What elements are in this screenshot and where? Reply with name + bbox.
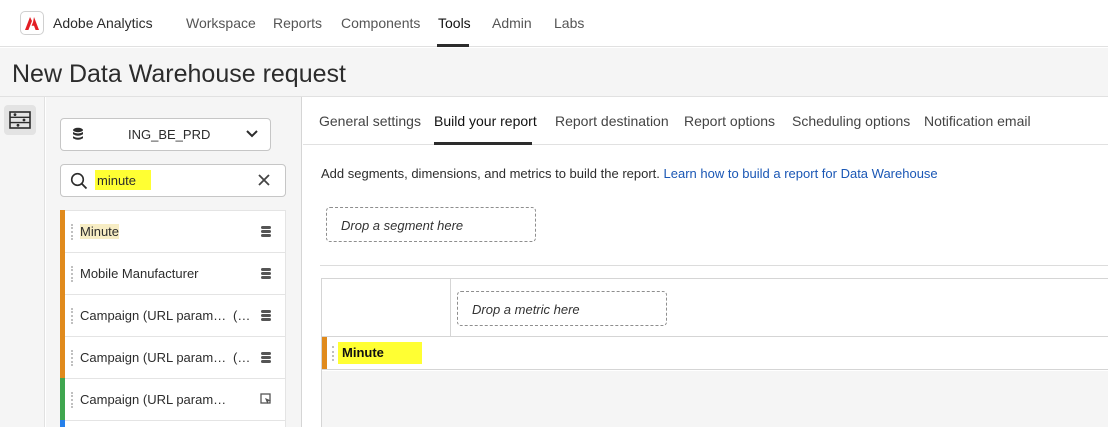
divider xyxy=(320,265,1108,266)
list-item-label: Minute xyxy=(80,224,120,239)
dimension-color-bar xyxy=(60,252,65,294)
dimension-color-bar xyxy=(60,210,65,252)
segment-color-bar xyxy=(60,378,65,420)
metric-header-row: Drop a metric here xyxy=(451,279,1108,337)
grid-corner-cell xyxy=(322,279,451,337)
search-icon xyxy=(70,172,88,190)
nav-workspace[interactable]: Workspace xyxy=(186,15,256,31)
tab-general-settings[interactable]: General settings xyxy=(319,113,421,129)
tab-report-destination[interactable]: Report destination xyxy=(555,113,669,129)
drag-handle[interactable] xyxy=(71,308,73,324)
segment-drop-zone[interactable]: Drop a segment here xyxy=(326,207,536,242)
dimension-stack-icon[interactable] xyxy=(260,267,272,279)
page-title: New Data Warehouse request xyxy=(12,60,346,88)
nav-reports[interactable]: Reports xyxy=(273,15,322,31)
chevron-down-icon xyxy=(246,130,258,138)
list-item-suffix: (… xyxy=(233,308,251,323)
dimension-stack-icon[interactable] xyxy=(260,309,272,321)
drag-handle[interactable] xyxy=(71,350,73,366)
list-item-label: Campaign (URL param… xyxy=(80,392,227,407)
list-item-label: Campaign (URL param… xyxy=(80,308,227,323)
request-tabs: General settings Build your report Repor… xyxy=(303,97,1108,145)
tab-notification-email[interactable]: Notification email xyxy=(924,113,1031,129)
nav-tools[interactable]: Tools xyxy=(438,15,471,31)
database-icon xyxy=(73,127,83,140)
search-input[interactable]: minute xyxy=(95,170,151,190)
list-item[interactable]: Campaign (URL param… (… xyxy=(60,336,286,378)
dimension-color-bar xyxy=(60,294,65,336)
component-panel-icon[interactable] xyxy=(4,105,36,135)
drag-handle[interactable] xyxy=(71,266,73,282)
title-bar: New Data Warehouse request xyxy=(0,48,1108,97)
nav-active-indicator xyxy=(437,44,469,47)
drag-handle[interactable] xyxy=(332,346,334,361)
report-builder-grid: Drop a metric here Minute xyxy=(321,278,1108,427)
metric-drop-zone[interactable]: Drop a metric here xyxy=(457,291,667,326)
nav-labs[interactable]: Labs xyxy=(554,15,584,31)
preview-icon[interactable] xyxy=(260,393,272,405)
list-item[interactable]: Minute xyxy=(60,210,286,252)
help-link[interactable]: Learn how to build a report for Data War… xyxy=(664,166,938,181)
tab-scheduling-options[interactable]: Scheduling options xyxy=(792,113,910,129)
report-suite-label: ING_BE_PRD xyxy=(128,127,211,142)
dimension-row-label: Minute xyxy=(342,345,384,360)
help-text: Add segments, dimensions, and metrics to… xyxy=(321,166,938,181)
dimension-stack-icon[interactable] xyxy=(260,225,272,237)
adobe-logo-icon[interactable] xyxy=(20,11,44,35)
dimension-color-bar xyxy=(60,336,65,378)
list-item-label: Campaign (URL param… xyxy=(80,350,227,365)
component-search[interactable]: minute xyxy=(60,164,286,197)
tab-build-your-report[interactable]: Build your report xyxy=(434,113,537,129)
list-item-label: Mobile Manufacturer xyxy=(80,266,199,281)
top-nav-bar: Adobe Analytics Workspace Reports Compon… xyxy=(0,0,1108,47)
tab-active-indicator xyxy=(434,142,532,145)
list-item-suffix: (… xyxy=(233,350,251,365)
tab-report-options[interactable]: Report options xyxy=(684,113,775,129)
metric-drop-label: Drop a metric here xyxy=(472,302,580,317)
dimension-row[interactable]: Minute xyxy=(322,337,1108,370)
list-item[interactable]: Mobile Manufacturer xyxy=(60,252,286,294)
dimension-color-bar xyxy=(322,337,327,369)
component-list: Minute Mobile Manufacturer Campaign (URL… xyxy=(60,210,286,427)
clear-search-icon[interactable] xyxy=(257,173,271,187)
drag-handle[interactable] xyxy=(71,224,73,240)
list-item[interactable]: Campaign (URL param… xyxy=(60,378,286,420)
segment-drop-label: Drop a segment here xyxy=(341,218,464,233)
list-item[interactable]: Campaign (URL param… (… xyxy=(60,294,286,336)
nav-components[interactable]: Components xyxy=(341,15,420,31)
nav-admin[interactable]: Admin xyxy=(492,15,532,31)
component-panel: ING_BE_PRD minute Minute Mobile Manufact… xyxy=(46,97,302,427)
metric-color-bar xyxy=(60,420,65,427)
left-rail xyxy=(0,97,45,427)
dimension-stack-icon[interactable] xyxy=(260,351,272,363)
list-item[interactable] xyxy=(60,420,286,427)
help-text-body: Add segments, dimensions, and metrics to… xyxy=(321,166,660,181)
app-name: Adobe Analytics xyxy=(53,15,153,31)
report-suite-selector[interactable]: ING_BE_PRD xyxy=(60,118,271,151)
grid-body xyxy=(322,371,1108,427)
drag-handle[interactable] xyxy=(71,392,73,408)
